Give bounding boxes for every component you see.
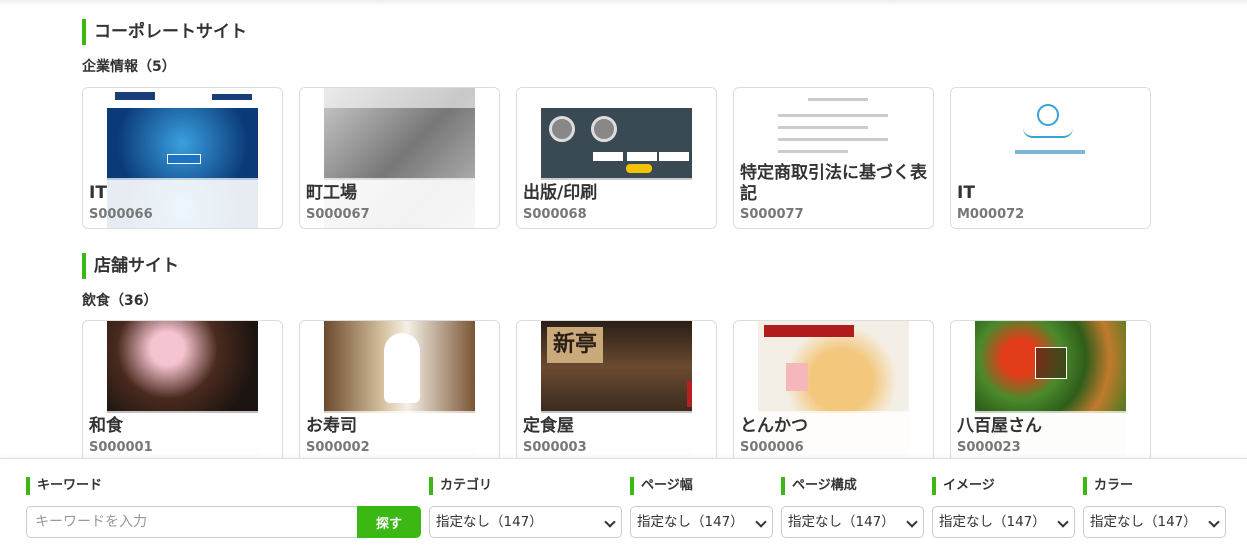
category-select[interactable]: 指定なし（147） (429, 506, 622, 538)
page-structure-selected-value: 指定なし（147） (788, 514, 895, 530)
thumbnail-printing (541, 88, 692, 180)
page-width-label: ページ幅 (630, 477, 693, 495)
subtitle-company-info: 企業情報（5） (82, 59, 176, 75)
template-card[interactable]: 町工場 S000067 (299, 87, 500, 229)
keyword-input[interactable] (26, 506, 358, 538)
image-select[interactable]: 指定なし（147） (932, 506, 1075, 538)
chevron-down-icon (906, 516, 918, 528)
card-title: 特定商取引法に基づく表記 (740, 163, 927, 204)
template-card[interactable]: お寿司 S000002 (299, 320, 500, 462)
card-title: 八百屋さん (957, 416, 1042, 436)
color-select[interactable]: 指定なし（147） (1083, 506, 1226, 538)
card-title: 出版/印刷 (523, 183, 598, 203)
top-shadow (0, 0, 1247, 6)
thumbnail-teishoku: 新亭 (541, 321, 692, 413)
search-filter-bar: キーワード 探す カテゴリ 指定なし（147） ページ幅 指定なし（147） ペ… (0, 458, 1247, 547)
card-row-corporate: IT S000066 町工場 S000067 出版/印刷 S000068 特定商… (82, 87, 1151, 229)
thumbnail-machine-shop (324, 88, 475, 180)
template-card[interactable]: IT M000072 (950, 87, 1151, 229)
template-card[interactable]: 出版/印刷 S000068 (516, 87, 717, 229)
thumbnail-network-service (975, 88, 1126, 180)
card-code: S000066 (89, 207, 153, 222)
color-label: カラー (1083, 477, 1133, 495)
category-selected-value: 指定なし（147） (436, 514, 543, 530)
section-title-shop: 店舗サイト (82, 253, 179, 279)
chevron-down-icon (1208, 516, 1220, 528)
card-title: 和食 (89, 416, 123, 436)
thumbnail-greengrocer (975, 321, 1126, 413)
category-label: カテゴリ (429, 477, 492, 495)
thumbnail-sign: 新亭 (547, 327, 603, 363)
keyword-label: キーワード (26, 477, 102, 495)
thumbnail-sushi (324, 321, 475, 413)
template-card[interactable]: 新亭 定食屋 S000003 (516, 320, 717, 462)
card-code: S000003 (523, 440, 587, 455)
thumbnail-tonkatsu (758, 321, 909, 413)
card-code: S000002 (306, 440, 370, 455)
color-selected-value: 指定なし（147） (1090, 514, 1197, 530)
template-card[interactable]: IT S000066 (82, 87, 283, 229)
search-button[interactable]: 探す (357, 506, 421, 538)
image-label: イメージ (932, 477, 995, 495)
page-structure-select[interactable]: 指定なし（147） (781, 506, 924, 538)
template-card[interactable]: とんかつ S000006 (733, 320, 934, 462)
card-code: S000067 (306, 207, 370, 222)
card-code: S000001 (89, 440, 153, 455)
page-structure-label: ページ構成 (781, 477, 857, 495)
card-code: S000006 (740, 440, 804, 455)
thumbnail-washoku (107, 321, 258, 413)
template-card[interactable]: 特定商取引法に基づく表記 S000077 (733, 87, 934, 229)
card-row-shop: 和食 S000001 お寿司 S000002 新亭 定食屋 S000003 とん… (82, 320, 1151, 462)
card-title: 町工場 (306, 183, 357, 203)
card-code: S000068 (523, 207, 587, 222)
card-title: お寿司 (306, 416, 357, 436)
section-title-corporate: コーポレートサイト (82, 19, 247, 45)
card-title: IT (957, 183, 975, 203)
page-width-select[interactable]: 指定なし（147） (630, 506, 773, 538)
page-width-selected-value: 指定なし（147） (637, 514, 744, 530)
chevron-down-icon (604, 516, 616, 528)
card-title: とんかつ (740, 416, 808, 436)
card-code: M000072 (957, 207, 1025, 222)
chevron-down-icon (1057, 516, 1069, 528)
template-card[interactable]: 和食 S000001 (82, 320, 283, 462)
image-selected-value: 指定なし（147） (939, 514, 1046, 530)
card-title: IT (89, 183, 107, 203)
card-title: 定食屋 (523, 416, 574, 436)
chevron-down-icon (755, 516, 767, 528)
thumbnail-it (107, 88, 258, 180)
card-code: S000077 (740, 207, 804, 222)
card-code: S000023 (957, 440, 1021, 455)
subtitle-restaurant: 飲食（36） (82, 293, 158, 309)
template-card[interactable]: 八百屋さん S000023 (950, 320, 1151, 462)
